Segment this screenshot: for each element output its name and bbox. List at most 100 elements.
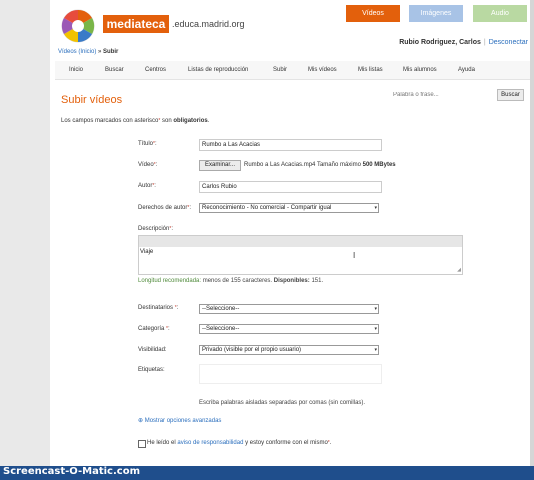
required-star: * bbox=[153, 141, 155, 147]
chevron-down-icon: ▾ bbox=[374, 347, 377, 353]
required-star: * bbox=[187, 205, 190, 211]
rights-label-text: Derechos de autor bbox=[138, 205, 188, 211]
tab-videos[interactable]: Vídeos bbox=[346, 5, 400, 22]
user-separator: | bbox=[483, 39, 486, 46]
brand-domain: .educa.madrid.org bbox=[172, 19, 245, 29]
author-label-text: Autor bbox=[138, 183, 153, 189]
user-bar: Rubio Rodriguez, Carlos | Desconectar bbox=[399, 39, 528, 46]
terms-link[interactable]: aviso de responsabilidad bbox=[177, 440, 243, 446]
search-input[interactable] bbox=[392, 89, 495, 101]
category-select[interactable]: --Seleccione-- ▾ bbox=[199, 324, 379, 334]
author-input[interactable]: Carlos Rubio bbox=[199, 181, 382, 193]
visibility-label: Visibilidad: bbox=[138, 347, 167, 353]
nav-mis-alumnos[interactable]: Mis alumnos bbox=[403, 67, 437, 73]
tags-input[interactable] bbox=[199, 364, 382, 384]
resize-handle-icon[interactable]: ◢ bbox=[457, 267, 461, 273]
required-star: * bbox=[166, 326, 168, 332]
recipients-select[interactable]: --Seleccione-- ▾ bbox=[199, 304, 379, 314]
description-editor[interactable]: Viaje I ◢ bbox=[138, 235, 463, 275]
nav-listas[interactable]: Listas de reproducción bbox=[188, 67, 248, 73]
brand-name[interactable]: mediateca bbox=[103, 15, 169, 33]
required-star: * bbox=[174, 305, 177, 311]
category-label: Categoría *: bbox=[138, 326, 170, 332]
search-button[interactable]: Buscar bbox=[497, 89, 524, 101]
required-note-text: Los campos marcados con asterisco bbox=[61, 118, 159, 124]
recipients-label-text: Destinatarios bbox=[138, 305, 174, 311]
required-note-end: . bbox=[207, 118, 210, 124]
tab-audio[interactable]: Audio bbox=[473, 5, 527, 22]
category-select-value: --Seleccione-- bbox=[202, 326, 240, 332]
title-label-text: Título bbox=[138, 141, 154, 147]
file-name: Rumbo a Las Acacias.mp4 bbox=[244, 162, 316, 168]
terms-end: . bbox=[329, 440, 332, 446]
hint-available-count: 151 bbox=[311, 278, 322, 284]
terms-post: y estoy conforme con el mismo bbox=[245, 440, 328, 446]
breadcrumb-sep: » bbox=[98, 49, 102, 55]
description-hint: Longitud recomendada: menos de 155 carac… bbox=[138, 278, 324, 284]
nav-centros[interactable]: Centros bbox=[145, 67, 166, 73]
breadcrumb-home[interactable]: Vídeos (Inicio) bbox=[58, 49, 96, 55]
advanced-options-link[interactable]: ⊕ Mostrar opciones avanzadas bbox=[138, 417, 221, 424]
required-note: Los campos marcados con asterisco* son o… bbox=[61, 118, 209, 124]
recipients-label: Destinatarios *: bbox=[138, 305, 179, 311]
nav-mis-listas[interactable]: Mis listas bbox=[358, 67, 383, 73]
user-name: Rubio Rodriguez, Carlos bbox=[399, 39, 481, 46]
visibility-select[interactable]: Privado (visible por el propio usuario) ▾ bbox=[199, 345, 379, 355]
editor-toolbar bbox=[139, 236, 462, 247]
required-note-bold: obligatorios bbox=[173, 118, 208, 124]
file-size-limit: 500 MBytes bbox=[362, 162, 396, 168]
video-label: Vídeo*: bbox=[138, 162, 158, 168]
chevron-down-icon: ▾ bbox=[374, 205, 377, 211]
rights-select-value: Reconocimiento - No comercial - Comparti… bbox=[202, 205, 332, 211]
visibility-select-value: Privado (visible por el propio usuario) bbox=[202, 347, 302, 353]
main-nav: Inicio Buscar Centros Listas de reproduc… bbox=[55, 61, 530, 80]
text-cursor-icon: I bbox=[353, 251, 356, 260]
terms-text: He leído el aviso de responsabilidad y e… bbox=[147, 440, 331, 446]
required-star: * bbox=[169, 226, 172, 232]
nav-inicio[interactable]: Inicio bbox=[69, 67, 83, 73]
left-gutter bbox=[0, 0, 50, 480]
category-label-text: Categoría bbox=[138, 326, 165, 332]
page-title: Subir vídeos bbox=[61, 94, 123, 106]
advanced-options-label: Mostrar opciones avanzadas bbox=[144, 418, 222, 424]
required-note-mid: son bbox=[160, 118, 174, 124]
required-star: * bbox=[153, 162, 156, 168]
description-text: Viaje bbox=[140, 249, 154, 255]
page: mediateca .educa.madrid.org Vídeos Imáge… bbox=[0, 0, 534, 480]
chevron-down-icon: ▾ bbox=[374, 326, 377, 332]
nav-subir[interactable]: Subir bbox=[273, 67, 287, 73]
browse-button[interactable]: Examinar... bbox=[199, 160, 241, 171]
tags-label-text: Etiquetas bbox=[138, 367, 164, 373]
file-info: Rumbo a Las Acacias.mp4 Tamaño máximo 50… bbox=[244, 162, 396, 168]
logout-link[interactable]: Desconectar bbox=[489, 39, 528, 46]
description-label-text: Descripción bbox=[138, 226, 170, 232]
mediateca-logo-icon bbox=[61, 9, 95, 43]
file-size-label: Tamaño máximo bbox=[316, 162, 361, 168]
title-label: Título*: bbox=[138, 141, 157, 147]
tags-label: Etiquetas: bbox=[138, 367, 165, 373]
nav-buscar[interactable]: Buscar bbox=[105, 67, 124, 73]
hint-label: Longitud recomendada: bbox=[138, 278, 202, 284]
author-label: Autor*: bbox=[138, 183, 156, 189]
nav-ayuda[interactable]: Ayuda bbox=[458, 67, 475, 73]
terms-pre: He leído el bbox=[147, 440, 176, 446]
tab-imagenes[interactable]: Imágenes bbox=[409, 5, 463, 22]
breadcrumb: Vídeos (Inicio) » Subir bbox=[58, 49, 118, 55]
scrollbar[interactable] bbox=[530, 0, 534, 480]
video-label-text: Vídeo bbox=[138, 162, 154, 168]
required-star: * bbox=[152, 183, 155, 189]
chevron-down-icon: ▾ bbox=[374, 306, 377, 312]
terms-checkbox[interactable] bbox=[138, 440, 146, 448]
breadcrumb-current: Subir bbox=[103, 49, 119, 55]
rights-label: Derechos de autor*: bbox=[138, 205, 191, 211]
tags-hint: Escriba palabras aisladas separadas por … bbox=[199, 400, 366, 406]
hint-text: menos de 155 caracteres. bbox=[202, 278, 273, 284]
watermark: Screencast-O-Matic.com bbox=[3, 466, 140, 477]
visibility-label-text: Visibilidad bbox=[138, 347, 165, 353]
plus-icon: ⊕ bbox=[138, 418, 144, 424]
rights-select[interactable]: Reconocimiento - No comercial - Comparti… bbox=[199, 203, 379, 213]
description-label: Descripción*: bbox=[138, 226, 173, 232]
title-input[interactable]: Rumbo a Las Acacias bbox=[199, 139, 382, 151]
nav-mis-videos[interactable]: Mis vídeos bbox=[308, 67, 337, 73]
hint-available-label: Disponibles: bbox=[273, 278, 310, 284]
